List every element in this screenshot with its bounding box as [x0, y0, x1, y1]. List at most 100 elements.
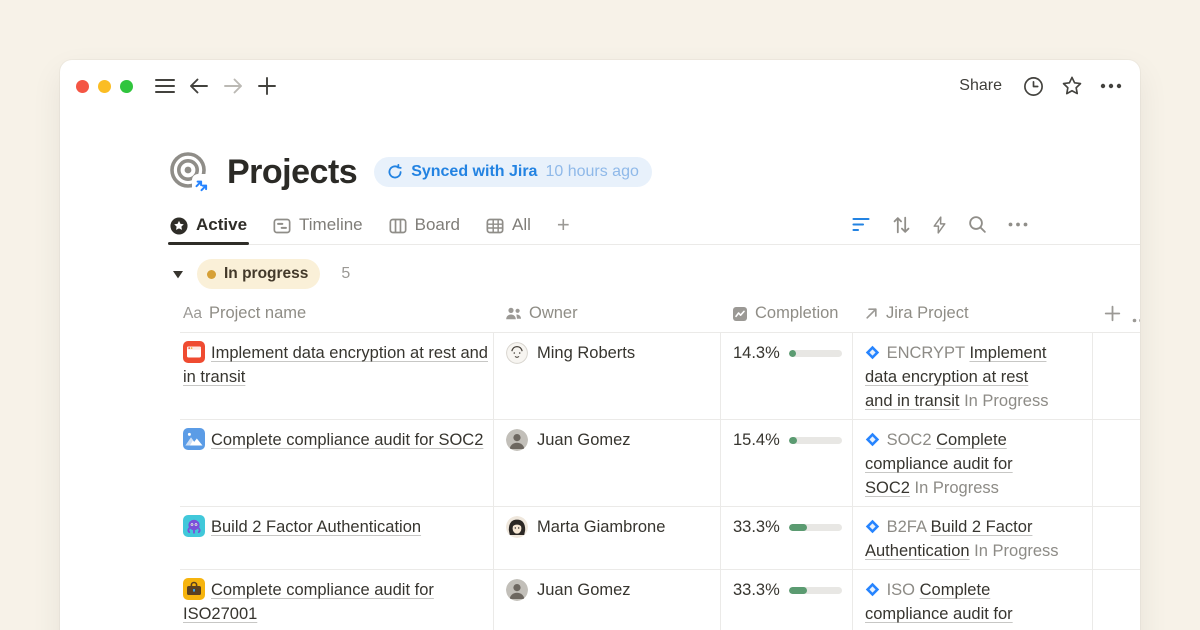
- column-header-owner[interactable]: Owner: [493, 304, 720, 323]
- project-name-cell[interactable]: Implement data encryption at rest and in…: [180, 333, 493, 419]
- project-name-link[interactable]: Complete compliance audit for SOC2: [211, 431, 483, 449]
- table-header-row: Aa Project name Owner Completion: [180, 295, 1140, 333]
- progress-bar: [789, 587, 842, 594]
- completion-cell: 15.4%: [720, 420, 852, 506]
- jira-issue-key: B2FA: [887, 518, 926, 536]
- jira-issue-status: In Progress: [974, 542, 1058, 560]
- owner-cell[interactable]: Ming Roberts: [493, 333, 720, 419]
- jira-diamond-icon: [865, 432, 880, 447]
- jira-project-cell[interactable]: ISO Complete compliance audit for ISO270…: [852, 570, 1092, 630]
- traffic-light-minimize[interactable]: [98, 80, 111, 93]
- favorite-star-icon[interactable]: [1061, 75, 1083, 97]
- completion-cell: 33.3%: [720, 570, 852, 630]
- jira-project-cell[interactable]: B2FA Build 2 Factor Authentication In Pr…: [852, 507, 1092, 569]
- header-more-ellipsis-partial-icon[interactable]: [1132, 318, 1140, 323]
- avatar-marta-giambrone: [506, 516, 528, 538]
- hamburger-menu-icon[interactable]: [154, 75, 176, 97]
- share-button[interactable]: Share: [959, 77, 1002, 95]
- owner-cell[interactable]: Marta Giambrone: [493, 507, 720, 569]
- tab-all[interactable]: All: [486, 207, 531, 244]
- jira-sync-badge[interactable]: Synced with Jira 10 hours ago: [374, 157, 652, 187]
- tab-timeline[interactable]: Timeline: [273, 207, 363, 244]
- jira-diamond-icon: [865, 582, 880, 597]
- view-more-ellipsis-icon[interactable]: [1008, 222, 1028, 227]
- avatar-ming-roberts: [506, 342, 528, 364]
- progress-bar: [789, 437, 842, 444]
- star-circle-icon: [170, 217, 188, 235]
- sort-icon[interactable]: [892, 216, 911, 234]
- completion-cell: 14.3%: [720, 333, 852, 419]
- jira-issue-key: SOC2: [887, 431, 932, 449]
- avatar-juan-gomez: [506, 429, 528, 451]
- owner-cell[interactable]: Juan Gomez: [493, 420, 720, 506]
- completion-percent: 33.3%: [733, 578, 780, 602]
- back-arrow-icon[interactable]: [188, 75, 210, 97]
- table-row: Implement data encryption at rest and in…: [180, 333, 1140, 420]
- notion-app-window: Share: [60, 60, 1140, 630]
- status-dot: [207, 270, 216, 279]
- page-title: Projects: [227, 153, 357, 192]
- sync-timestamp: 10 hours ago: [545, 163, 638, 181]
- completion-percent: 14.3%: [733, 341, 780, 365]
- board-view-icon: [389, 217, 407, 235]
- jira-project-cell[interactable]: ENCRYPT Implement data encryption at res…: [852, 333, 1092, 419]
- jira-issue-key: ISO: [887, 581, 915, 599]
- add-view-button[interactable]: +: [557, 207, 570, 244]
- project-name-cell[interactable]: Complete compliance audit for ISO27001: [180, 570, 493, 630]
- window-more-ellipsis-icon[interactable]: [1100, 75, 1122, 97]
- completion-percent: 15.4%: [733, 428, 780, 452]
- jira-issue-status: In Progress: [915, 479, 999, 497]
- project-name-cell[interactable]: Complete compliance audit for SOC2: [180, 420, 493, 506]
- owner-name: Marta Giambrone: [537, 515, 665, 539]
- progress-bar: [789, 524, 842, 531]
- owner-name: Juan Gomez: [537, 578, 631, 602]
- empty-add-cell: [1092, 570, 1140, 630]
- project-name-link[interactable]: Implement data encryption at rest and in…: [183, 344, 488, 386]
- octopus-cyan-icon: [183, 515, 205, 537]
- project-name-cell[interactable]: Build 2 Factor Authentication: [180, 507, 493, 569]
- column-header-project-name[interactable]: Aa Project name: [180, 304, 493, 323]
- arrow-up-right-icon: [864, 306, 879, 321]
- page-background: Share: [0, 0, 1200, 630]
- table-row: Complete compliance audit for ISO27001 J…: [180, 570, 1140, 630]
- empty-add-cell: [1092, 420, 1140, 506]
- avatar-juan-gomez: [506, 579, 528, 601]
- new-tab-plus-icon[interactable]: [256, 75, 278, 97]
- collapse-triangle-icon[interactable]: [172, 270, 184, 279]
- chart-square-icon: [732, 306, 748, 322]
- group-count: 5: [341, 265, 350, 283]
- sync-status-label: Synced with Jira: [411, 163, 537, 181]
- table-row: Complete compliance audit for SOC2 Juan …: [180, 420, 1140, 507]
- history-clock-icon[interactable]: [1022, 75, 1044, 97]
- tab-board[interactable]: Board: [389, 207, 460, 244]
- projects-target-icon[interactable]: [168, 150, 212, 194]
- traffic-light-zoom[interactable]: [120, 80, 133, 93]
- add-column-button[interactable]: [1092, 305, 1140, 322]
- project-name-link[interactable]: Complete compliance audit for ISO27001: [183, 581, 434, 623]
- automation-bolt-icon[interactable]: [932, 216, 947, 234]
- column-header-jira-project[interactable]: Jira Project: [852, 304, 1092, 323]
- project-name-link[interactable]: Build 2 Factor Authentication: [211, 518, 421, 536]
- search-icon[interactable]: [968, 215, 987, 234]
- traffic-light-close[interactable]: [76, 80, 89, 93]
- empty-add-cell: [1092, 333, 1140, 419]
- briefcase-yellow-icon: [183, 578, 205, 600]
- column-header-completion[interactable]: Completion: [720, 304, 852, 323]
- status-pill-in-progress[interactable]: In progress: [197, 259, 320, 289]
- sync-refresh-icon: [387, 164, 403, 180]
- people-icon: [505, 306, 522, 321]
- window-topbar: Share: [60, 60, 1140, 112]
- forward-arrow-icon[interactable]: [222, 75, 244, 97]
- mountain-photo-blue-icon: [183, 428, 205, 450]
- completion-percent: 33.3%: [733, 515, 780, 539]
- jira-project-cell[interactable]: SOC2 Complete compliance audit for SOC2 …: [852, 420, 1092, 506]
- owner-cell[interactable]: Juan Gomez: [493, 570, 720, 630]
- text-property-icon: Aa: [183, 305, 202, 323]
- completion-cell: 33.3%: [720, 507, 852, 569]
- filter-icon[interactable]: [852, 217, 871, 232]
- table-view-icon: [486, 217, 504, 235]
- tab-active[interactable]: Active: [170, 207, 247, 244]
- jira-diamond-icon: [865, 345, 880, 360]
- owner-name: Juan Gomez: [537, 428, 631, 452]
- projects-table: Aa Project name Owner Completion: [180, 295, 1140, 630]
